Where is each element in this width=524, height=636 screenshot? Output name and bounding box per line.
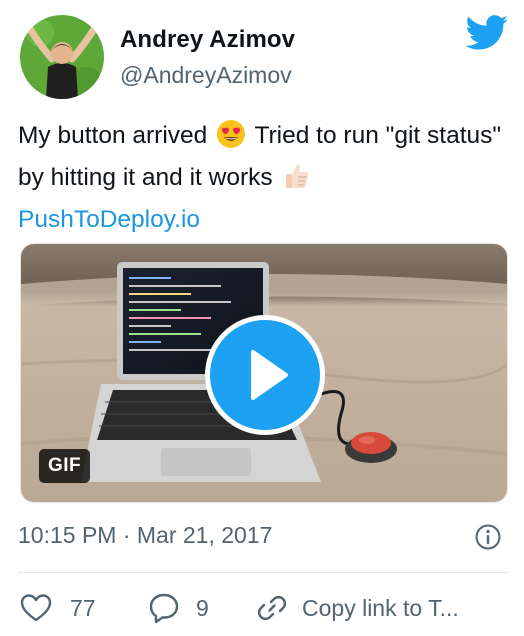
media-gif[interactable]: GIF [20, 243, 508, 503]
play-icon [251, 350, 288, 400]
tweet-link[interactable]: PushToDeploy.io [18, 206, 200, 233]
author-name[interactable]: Andrey Azimov [120, 26, 295, 54]
reply-bubble-icon [149, 593, 179, 624]
gif-badge: GIF [39, 449, 91, 483]
tweet-text-part1: My button arrived [18, 122, 208, 149]
info-icon[interactable] [474, 523, 502, 551]
like-button[interactable]: 77 [20, 590, 96, 626]
author-handle[interactable]: @AndreyAzimov [120, 62, 292, 89]
copy-link-button[interactable]: Copy link to T... [256, 590, 459, 626]
link-icon [257, 595, 287, 621]
twitter-bird-icon[interactable] [465, 15, 509, 51]
divider [18, 572, 508, 573]
reply-button[interactable]: 9 [148, 590, 209, 626]
reply-count: 9 [196, 594, 209, 621]
tweet-card: Andrey Azimov @AndreyAzimov My button ar… [0, 0, 524, 636]
tweet-timestamp[interactable]: 10:15 PM · Mar 21, 2017 [18, 522, 272, 549]
tweet-text: My button arrived Tried to run "git stat… [18, 118, 508, 238]
heart-icon [20, 594, 52, 622]
copy-link-label: Copy link to T... [302, 594, 459, 621]
avatar[interactable] [20, 15, 104, 99]
heart-eyes-emoji [216, 119, 246, 160]
like-count: 77 [70, 594, 96, 621]
play-button[interactable] [205, 315, 325, 435]
thumbs-up-emoji [281, 161, 311, 202]
